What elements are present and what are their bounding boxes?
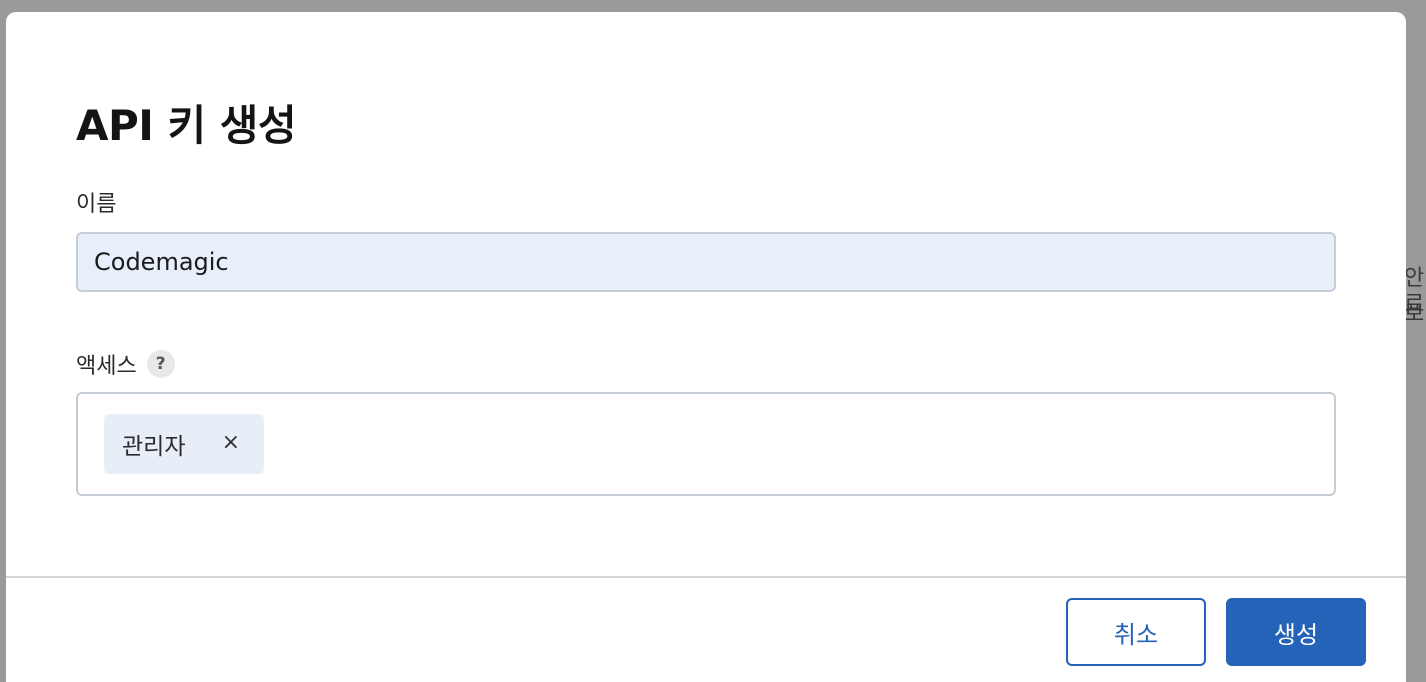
background-text: 보	[1404, 302, 1425, 327]
chip-label: 관리자	[122, 434, 186, 460]
access-chip-admin: 관리자 ×	[104, 414, 264, 474]
create-api-key-dialog: API 키 생성 이름 액세스 ? 관리자 × 취소 생성	[6, 12, 1406, 682]
access-select[interactable]: 관리자 ×	[76, 392, 1336, 496]
access-label-row: 액세스 ?	[76, 348, 175, 380]
name-input[interactable]	[76, 232, 1336, 292]
dialog-title: API 키 생성	[76, 101, 297, 150]
close-icon[interactable]: ×	[222, 430, 240, 456]
help-icon[interactable]: ?	[146, 350, 175, 378]
footer-divider	[6, 576, 1406, 578]
cancel-button[interactable]: 취소	[1066, 598, 1206, 666]
name-label: 이름	[76, 192, 117, 217]
create-button[interactable]: 생성	[1226, 598, 1366, 666]
access-label: 액세스	[76, 354, 137, 379]
